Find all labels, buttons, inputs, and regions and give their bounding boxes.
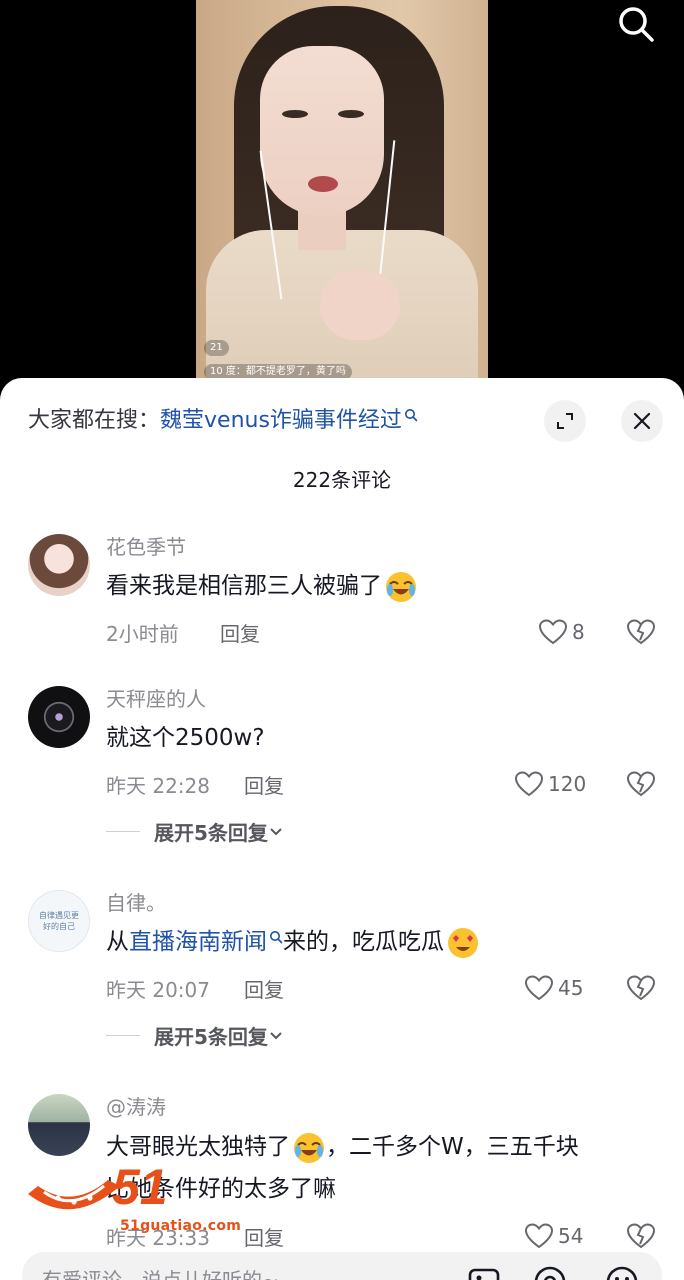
close-button[interactable]	[621, 400, 663, 442]
crying-laughing-emoji-icon	[386, 571, 416, 602]
chevron-down-icon	[270, 828, 282, 836]
username[interactable]: 花色季节	[106, 534, 646, 560]
reply-button[interactable]: 回复	[220, 618, 260, 647]
broken-heart-icon[interactable]	[626, 1222, 656, 1250]
like-count: 45	[558, 976, 584, 1000]
comment-input-placeholder: 有爱评论，说点儿好听的~	[42, 1268, 279, 1280]
search-small-icon	[404, 409, 418, 422]
avatar-text: 自律遇见更好的自己	[39, 911, 79, 931]
reply-button[interactable]: 回复	[244, 974, 284, 1003]
comment-text: 就这个2500w?	[106, 725, 265, 751]
like-count: 120	[548, 772, 587, 796]
hot-search-prefix: 大家都在搜：	[28, 408, 161, 433]
image-icon[interactable]	[466, 1264, 502, 1280]
hot-search-link[interactable]: 大家都在搜：魏莹venus诈骗事件经过	[28, 406, 418, 436]
like-button[interactable]: 54	[524, 1218, 583, 1254]
comment-time: 2小时前	[106, 622, 179, 646]
comment-input[interactable]: 有爱评论，说点儿好听的~	[22, 1252, 662, 1280]
site-watermark: 51 51guatiao.com	[24, 1140, 274, 1240]
broken-heart-icon[interactable]	[626, 974, 656, 1002]
avatar[interactable]	[28, 686, 90, 748]
heart-icon	[524, 975, 554, 1001]
expand-replies-label: 展开5条回复	[154, 820, 268, 845]
reply-button[interactable]: 回复	[244, 770, 284, 799]
crying-laughing-emoji-icon	[294, 1132, 324, 1163]
expand-icon	[557, 413, 573, 429]
heart-eyes-emoji-icon	[448, 927, 478, 958]
expand-replies-label: 展开5条回复	[154, 1024, 268, 1049]
comment-count: 222条评论	[292, 468, 392, 492]
emoji-icon[interactable]	[604, 1264, 640, 1280]
heart-icon	[514, 771, 544, 797]
broken-heart-icon[interactable]	[626, 770, 656, 798]
avatar[interactable]	[28, 534, 90, 596]
heart-icon	[524, 1223, 554, 1249]
close-icon	[633, 412, 651, 430]
watermark-site: 51guatiao.com	[120, 1218, 242, 1234]
at-icon[interactable]	[532, 1264, 568, 1280]
username[interactable]: 天秤座的人	[106, 686, 646, 712]
like-button[interactable]: 120	[514, 766, 586, 802]
search-icon[interactable]	[616, 4, 656, 44]
like-button[interactable]: 45	[524, 970, 583, 1006]
broken-heart-icon[interactable]	[626, 618, 656, 646]
expand-sheet-button[interactable]	[544, 400, 586, 442]
video-frame: 21 10 度：都不提老罗了，黄了吗	[196, 0, 488, 400]
like-count: 54	[558, 1224, 584, 1248]
search-small-icon	[270, 931, 283, 944]
like-button[interactable]: 8	[538, 614, 585, 650]
comment-sheet-header: 大家都在搜：魏莹venus诈骗事件经过	[0, 378, 684, 460]
heart-icon	[538, 619, 568, 645]
username[interactable]: 自律。	[106, 890, 646, 916]
username[interactable]: @涛涛	[106, 1094, 646, 1120]
comment-text: 从直播海南新闻 来的，吃瓜吃瓜	[106, 922, 646, 962]
comment-text: 看来我是相信那三人被骗了	[106, 566, 646, 606]
watermark-logo-text: 51	[112, 1159, 168, 1215]
video-player[interactable]: 21 10 度：都不提老罗了，黄了吗	[0, 0, 684, 400]
like-count: 8	[572, 620, 585, 644]
comment-time: 昨天 22:28	[106, 774, 210, 798]
avatar[interactable]: 自律遇见更好的自己	[28, 890, 90, 952]
expand-replies-button[interactable]: 展开5条回复	[106, 1020, 406, 1050]
hot-search-term[interactable]: 魏莹venus诈骗事件经过	[160, 408, 402, 433]
comment-input-bar: 有爱评论，说点儿好听的~	[0, 1252, 684, 1280]
chevron-down-icon	[270, 1032, 282, 1040]
comment-time: 昨天 20:07	[106, 978, 210, 1002]
topic-link[interactable]: 直播海南新闻	[129, 929, 267, 955]
live-chat-line: 21	[204, 340, 229, 356]
expand-replies-button[interactable]: 展开5条回复	[106, 816, 406, 846]
